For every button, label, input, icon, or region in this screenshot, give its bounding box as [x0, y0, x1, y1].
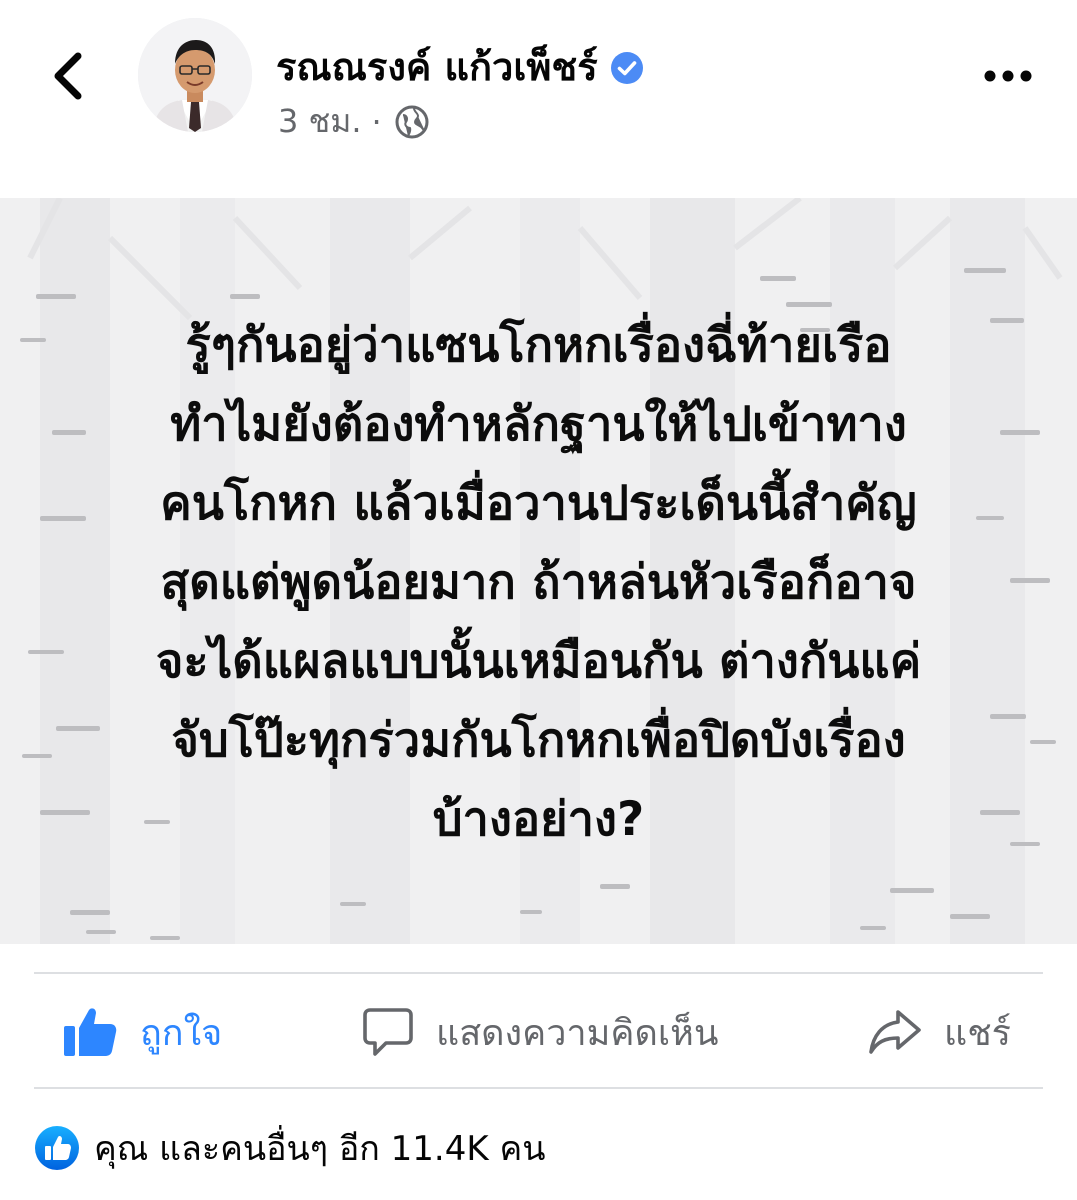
globe-icon	[395, 105, 429, 138]
comment-button[interactable]: แสดงความคิดเห็น	[362, 976, 718, 1088]
more-options-button[interactable]	[980, 60, 1040, 92]
post-header: รณณรงค์ แก้วเพ็ชร์ 3 ชม. ·	[0, 0, 1077, 180]
comment-bubble-icon	[362, 1006, 414, 1058]
back-button[interactable]	[44, 46, 94, 106]
meta-separator: ·	[371, 102, 382, 141]
post-actions-bar: ถูกใจ แสดงความคิดเห็น แชร์	[0, 976, 1077, 1088]
author-name-text: รณณรงค์ แก้วเพ็ชร์	[276, 45, 598, 89]
post-meta: 3 ชม. ·	[278, 96, 430, 147]
reactions-summary-text: คุณ และคนอื่นๆ อีก 11.4K คน	[94, 1129, 546, 1169]
like-reaction-icon	[35, 1126, 79, 1170]
share-label: แชร์	[944, 1012, 1011, 1054]
actions-top-divider	[34, 972, 1043, 974]
comment-label: แสดงความคิดเห็น	[436, 1012, 719, 1054]
share-button[interactable]: แชร์	[868, 976, 1011, 1088]
share-arrow-icon	[868, 1008, 922, 1056]
chevron-left-icon	[54, 52, 82, 100]
actions-bottom-divider	[34, 1087, 1043, 1089]
post-image-text: รู้ๆกันอยู่ว่าแซนโกหกเรื่องฉี่ท้ายเรือ ท…	[155, 318, 922, 847]
like-label: ถูกใจ	[140, 1012, 223, 1054]
post-image[interactable]: รู้ๆกันอยู่ว่าแซนโกหกเรื่องฉี่ท้ายเรือ ท…	[0, 198, 1077, 944]
author-name[interactable]: รณณรงค์ แก้วเพ็ชร์	[276, 36, 644, 97]
verified-badge-icon	[610, 50, 644, 84]
reactions-summary[interactable]: คุณ และคนอื่นๆ อีก 11.4K คน	[34, 1124, 545, 1172]
post-time[interactable]: 3 ชม.	[278, 96, 362, 147]
like-button[interactable]: ถูกใจ	[62, 976, 222, 1088]
thumbs-up-icon	[62, 1006, 118, 1058]
author-avatar[interactable]	[138, 18, 252, 132]
more-dots-icon	[984, 70, 1032, 82]
